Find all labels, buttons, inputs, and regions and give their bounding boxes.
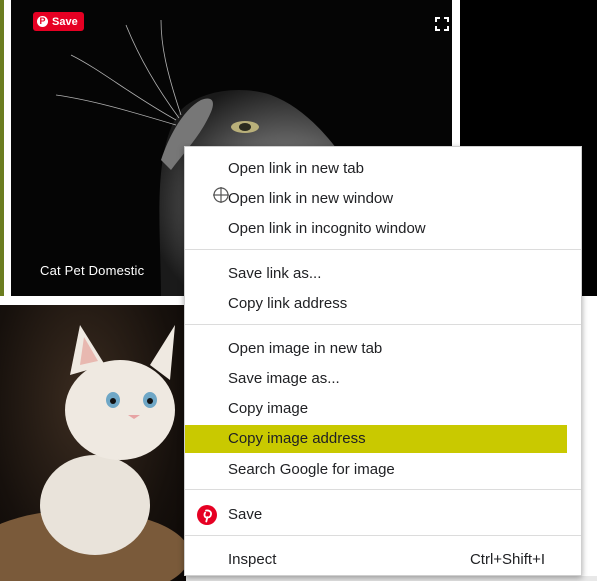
menu-inspect[interactable]: Inspect Ctrl+Shift+I	[185, 546, 581, 574]
menu-item-label: Inspect	[228, 551, 277, 568]
pin-save-label: Save	[52, 15, 78, 28]
image-tile-kitten[interactable]	[0, 305, 186, 581]
menu-item-label: Save	[228, 506, 263, 523]
menu-search-google-image[interactable]: Search Google for image	[185, 456, 581, 484]
menu-item-label: Open image in new tab	[228, 340, 383, 357]
menu-item-label: Save image as...	[228, 370, 340, 387]
move-cursor-icon	[213, 187, 229, 203]
pin-save-button[interactable]: P Save	[33, 12, 84, 31]
menu-open-link-incognito[interactable]: Open link in incognito window	[185, 215, 581, 243]
menu-copy-image-address[interactable]: Copy image address	[185, 425, 567, 453]
menu-separator	[185, 324, 581, 325]
menu-save-link-as[interactable]: Save link as...	[185, 260, 581, 288]
menu-separator	[185, 249, 581, 250]
kitten-photo	[0, 325, 186, 581]
menu-copy-image[interactable]: Copy image	[185, 395, 581, 423]
pinterest-icon: P	[37, 16, 48, 27]
menu-item-label: Search Google for image	[228, 461, 395, 478]
menu-pinterest-save[interactable]: Save	[185, 501, 581, 529]
menu-separator	[185, 489, 581, 490]
menu-save-image-as[interactable]: Save image as...	[185, 365, 581, 393]
pinterest-icon	[197, 505, 217, 525]
context-menu: Open link in new tab Open link in new wi…	[184, 146, 582, 576]
image-tile-left[interactable]	[0, 0, 4, 296]
menu-open-link-new-window[interactable]: Open link in new window	[185, 185, 581, 213]
menu-item-label: Open link in incognito window	[228, 220, 426, 237]
menu-item-label: Copy link address	[228, 295, 348, 312]
expand-icon[interactable]	[435, 17, 449, 31]
image-tags: Cat Pet Domestic	[40, 263, 145, 278]
menu-item-label: Copy image address	[228, 430, 366, 447]
menu-copy-link-address[interactable]: Copy link address	[185, 290, 581, 318]
menu-item-label: Open link in new tab	[228, 160, 364, 177]
menu-separator	[185, 535, 581, 536]
menu-shortcut: Ctrl+Shift+I	[469, 551, 545, 568]
menu-item-label: Open link in new window	[228, 190, 394, 207]
menu-item-label: Save link as...	[228, 265, 322, 282]
menu-item-label: Copy image	[228, 400, 309, 417]
menu-open-image-new-tab[interactable]: Open image in new tab	[185, 335, 581, 363]
menu-open-link-new-tab[interactable]: Open link in new tab	[185, 155, 581, 183]
image-tile-bottom[interactable]	[186, 576, 597, 581]
